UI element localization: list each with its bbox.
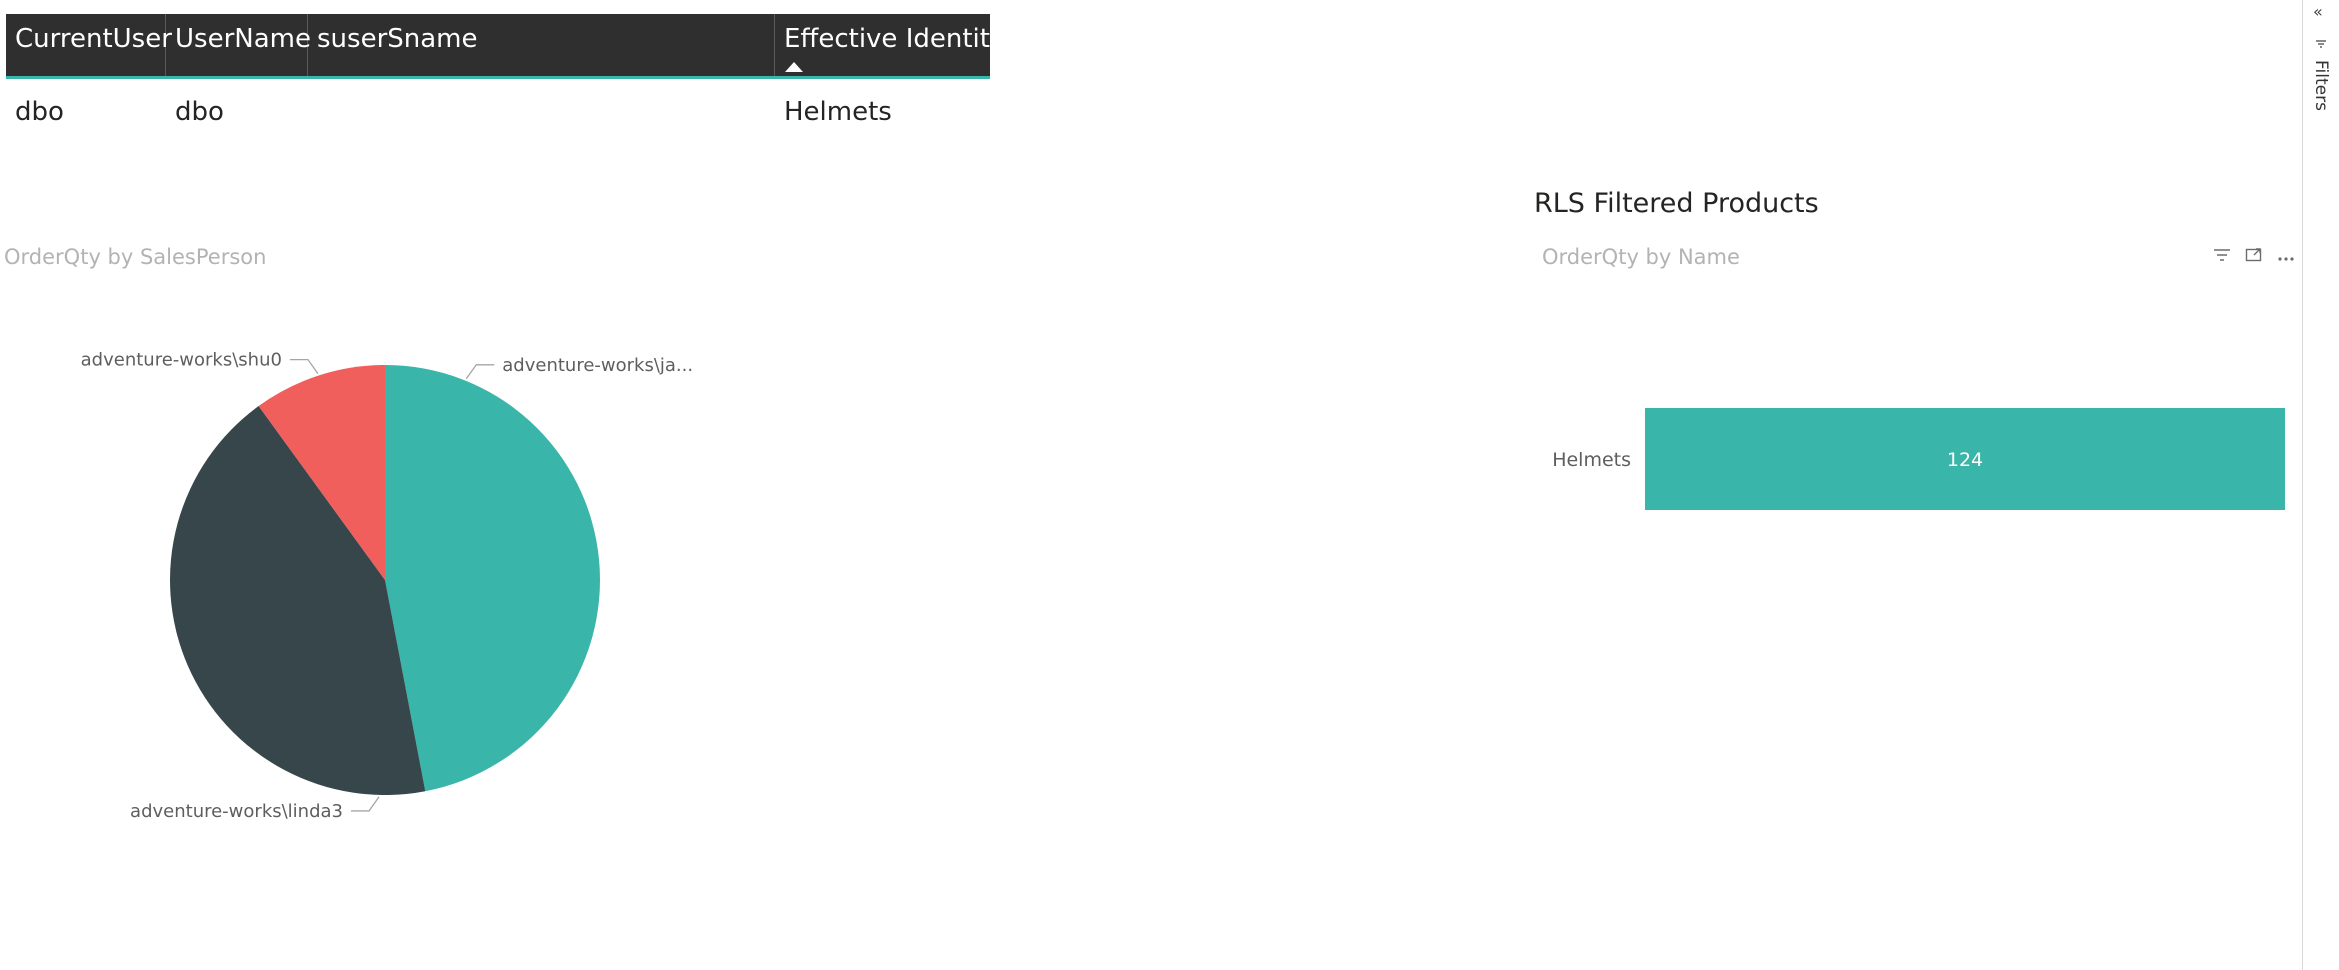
collapse-icon[interactable]: « <box>2313 2 2323 21</box>
bar-category-label: Helmets <box>1552 449 1631 471</box>
pie-slice-label: adventure-works\linda3 <box>130 801 343 822</box>
table-cell <box>308 79 775 139</box>
column-header-susersname[interactable]: suserSname <box>308 14 775 76</box>
visual-header-icons <box>2212 247 2296 267</box>
filters-pane[interactable]: « Filters <box>2302 0 2339 970</box>
bar-visual-title: OrderQty by Name <box>1542 245 1740 269</box>
column-header-label: Effective Identity <box>784 24 1006 54</box>
table-cell: dbo <box>175 97 224 127</box>
column-header-username[interactable]: UserName <box>166 14 311 76</box>
bar-data-label: 124 <box>1947 449 1983 471</box>
pie-slice-label: adventure-works\shu0 <box>81 350 282 371</box>
focus-mode-icon[interactable] <box>2244 247 2264 267</box>
pie-leader-line <box>289 358 319 374</box>
sort-ascending-icon[interactable] <box>785 62 803 72</box>
column-header-effective-identity[interactable]: Effective Identity <box>775 14 1005 76</box>
pie-chart[interactable]: adventure-works\ja... adventure-works\lin… <box>0 300 800 840</box>
pie-leader-line <box>465 364 495 380</box>
filter-icon <box>2315 38 2327 52</box>
column-header-currentuser[interactable]: CurrentUser <box>6 14 172 76</box>
table-visual: CurrentUser UserName suserSname Effectiv… <box>6 14 1005 139</box>
pie-slice[interactable] <box>385 365 601 792</box>
pie-leader-line <box>351 796 380 812</box>
filter-icon[interactable] <box>2212 247 2232 267</box>
table-header-row: CurrentUser UserName suserSname Effectiv… <box>6 14 1005 79</box>
table-row: dbo dbo Helmets <box>6 79 990 139</box>
more-options-icon[interactable] <box>2276 247 2296 267</box>
pie-visual-title: OrderQty by SalesPerson <box>4 245 267 269</box>
filters-label[interactable]: Filters <box>2311 60 2331 111</box>
table-cell: dbo <box>15 97 64 127</box>
pie-slice-label: adventure-works\ja... <box>502 355 693 376</box>
table-cell: Helmets <box>784 97 892 127</box>
bar-chart[interactable]: Helmets 124 <box>1530 380 2300 540</box>
card-title: RLS Filtered Products <box>1534 188 1819 219</box>
